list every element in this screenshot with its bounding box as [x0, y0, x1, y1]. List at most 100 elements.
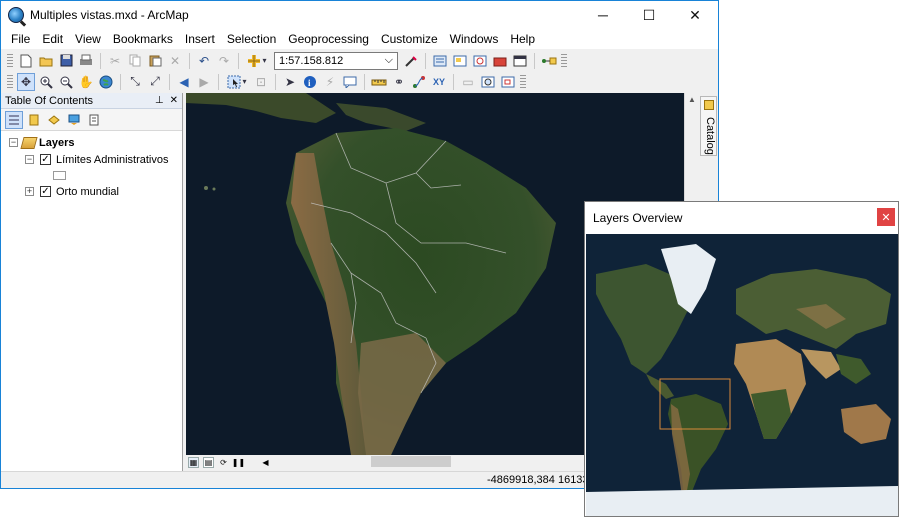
- zoom-out-icon[interactable]: [57, 73, 75, 91]
- full-extent-globe-icon[interactable]: [97, 73, 115, 91]
- scroll-left-icon[interactable]: ◀: [260, 457, 271, 468]
- polygon-symbol-swatch[interactable]: [53, 171, 66, 180]
- select-elements-arrow-icon[interactable]: ➤: [281, 73, 299, 91]
- catalog-window-icon[interactable]: [451, 52, 469, 70]
- minimize-button[interactable]: ─: [580, 1, 626, 29]
- menu-view[interactable]: View: [69, 29, 107, 49]
- find-binoculars-icon[interactable]: ⚭: [390, 73, 408, 91]
- overview-close-button[interactable]: ✕: [877, 208, 895, 226]
- measure-icon[interactable]: [370, 73, 388, 91]
- zoom-in-tool-icon[interactable]: ✥: [17, 72, 35, 91]
- list-by-drawing-order-icon[interactable]: [5, 110, 23, 129]
- data-view-icon[interactable]: ▦: [188, 456, 199, 468]
- pan-hand-icon[interactable]: ✋: [77, 73, 95, 91]
- list-by-source-icon[interactable]: [25, 111, 43, 129]
- new-document-icon[interactable]: [17, 52, 35, 70]
- html-popup-icon[interactable]: [341, 73, 359, 91]
- title-bar[interactable]: Multiples vistas.mxd - ArcMap ─ ☐ ✕: [1, 1, 718, 29]
- collapse-icon[interactable]: −: [25, 155, 34, 164]
- tools-toolbar: ✥ ✋ ⤡ ⤢ ◀ ▶ ▾ ⊡ ➤ i ⚡ ⚭ XY ▭: [1, 70, 718, 93]
- list-by-visibility-icon[interactable]: [45, 111, 63, 129]
- layer-label[interactable]: Orto mundial: [56, 186, 119, 198]
- options-icon[interactable]: [85, 111, 103, 129]
- zoom-in-icon[interactable]: [37, 73, 55, 91]
- overview-window-icon[interactable]: [499, 73, 517, 91]
- pause-drawing-icon[interactable]: ❚❚: [232, 457, 245, 468]
- clear-selection-icon[interactable]: ⊡: [252, 73, 270, 91]
- toolbar-overflow[interactable]: [561, 53, 567, 68]
- menu-bookmarks[interactable]: Bookmarks: [107, 29, 179, 49]
- pin-icon[interactable]: ⊥: [155, 95, 164, 106]
- fixed-zoom-in-icon[interactable]: ⤡: [126, 73, 144, 91]
- layer-row[interactable]: − ✓ Límites Administrativos: [1, 152, 182, 167]
- map-scale-combobox[interactable]: 1:57.158.812 ⌵: [274, 51, 398, 70]
- map-scale-value: 1:57.158.812: [279, 54, 344, 67]
- list-by-selection-icon[interactable]: [65, 111, 83, 129]
- menu-bar: File Edit View Bookmarks Insert Selectio…: [1, 29, 718, 49]
- search-window-icon[interactable]: [471, 52, 489, 70]
- hyperlink-icon[interactable]: ⚡: [321, 73, 339, 91]
- modelbuilder-icon[interactable]: [540, 52, 558, 70]
- toc-close-icon[interactable]: ✕: [170, 95, 178, 106]
- world-imagery: [586, 234, 898, 516]
- table-of-contents-window-icon[interactable]: [431, 52, 449, 70]
- identify-icon[interactable]: i: [301, 73, 319, 91]
- print-icon[interactable]: [77, 52, 95, 70]
- layers-root-row[interactable]: − Layers: [1, 135, 182, 150]
- menu-windows[interactable]: Windows: [444, 29, 505, 49]
- find-route-icon[interactable]: [410, 73, 428, 91]
- open-folder-icon[interactable]: [37, 52, 55, 70]
- fixed-zoom-out-icon[interactable]: ⤢: [146, 73, 164, 91]
- layers-stack-icon: [20, 136, 38, 149]
- undo-icon[interactable]: ↶: [195, 52, 213, 70]
- menu-geoprocessing[interactable]: Geoprocessing: [282, 29, 375, 49]
- menu-help[interactable]: Help: [504, 29, 541, 49]
- cut-icon[interactable]: ✂: [106, 52, 124, 70]
- add-data-icon[interactable]: ▾: [244, 52, 270, 70]
- menu-insert[interactable]: Insert: [179, 29, 221, 49]
- layer-label[interactable]: Límites Administrativos: [56, 154, 168, 166]
- scroll-up-icon[interactable]: ▲: [685, 95, 699, 104]
- next-extent-icon[interactable]: ▶: [195, 73, 213, 91]
- overview-title-bar[interactable]: Layers Overview: [585, 202, 898, 233]
- magnifier-window-icon[interactable]: [479, 73, 497, 91]
- collapse-icon[interactable]: −: [9, 138, 18, 147]
- catalog-side-tab[interactable]: Catalog: [700, 96, 717, 156]
- overview-map[interactable]: [586, 234, 898, 516]
- toolbar-grip[interactable]: [7, 74, 13, 89]
- toolbar-separator: [120, 73, 121, 90]
- redo-icon[interactable]: ↷: [215, 52, 233, 70]
- maximize-button[interactable]: ☐: [626, 1, 672, 29]
- delete-icon[interactable]: ✕: [166, 52, 184, 70]
- horizontal-scroll-thumb[interactable]: [371, 456, 451, 467]
- toolbar-separator: [425, 52, 426, 69]
- toolbar-grip[interactable]: [7, 53, 13, 68]
- copy-icon[interactable]: [126, 52, 144, 70]
- refresh-icon[interactable]: ⟳: [218, 457, 229, 468]
- toolbar-separator: [189, 52, 190, 69]
- menu-file[interactable]: File: [5, 29, 36, 49]
- go-to-xy-icon[interactable]: XY: [430, 73, 448, 91]
- toolbar-overflow[interactable]: [520, 74, 526, 89]
- close-button[interactable]: ✕: [672, 1, 718, 29]
- expand-icon[interactable]: +: [25, 187, 34, 196]
- window-title: Multiples vistas.mxd - ArcMap: [30, 8, 189, 22]
- paste-icon[interactable]: [146, 52, 164, 70]
- previous-extent-icon[interactable]: ◀: [175, 73, 193, 91]
- menu-edit[interactable]: Edit: [36, 29, 69, 49]
- python-window-icon[interactable]: [511, 52, 529, 70]
- layer-row[interactable]: + ✓ Orto mundial: [1, 184, 182, 199]
- select-features-icon[interactable]: ▾: [224, 73, 250, 91]
- menu-customize[interactable]: Customize: [375, 29, 444, 49]
- chevron-down-icon[interactable]: ⌵: [385, 54, 393, 67]
- save-icon[interactable]: [57, 52, 75, 70]
- arctoolbox-icon[interactable]: [491, 52, 509, 70]
- menu-selection[interactable]: Selection: [221, 29, 282, 49]
- toc-header: Table Of Contents ⊥ ✕: [1, 93, 182, 109]
- editor-toolbar-icon[interactable]: [402, 52, 420, 70]
- layer-visibility-checkbox[interactable]: ✓: [40, 154, 51, 165]
- layer-visibility-checkbox[interactable]: ✓: [40, 186, 51, 197]
- layout-view-icon[interactable]: ▤: [203, 456, 214, 468]
- layer-symbol-row: [1, 168, 182, 183]
- create-viewer-window-icon[interactable]: ▭: [459, 73, 477, 91]
